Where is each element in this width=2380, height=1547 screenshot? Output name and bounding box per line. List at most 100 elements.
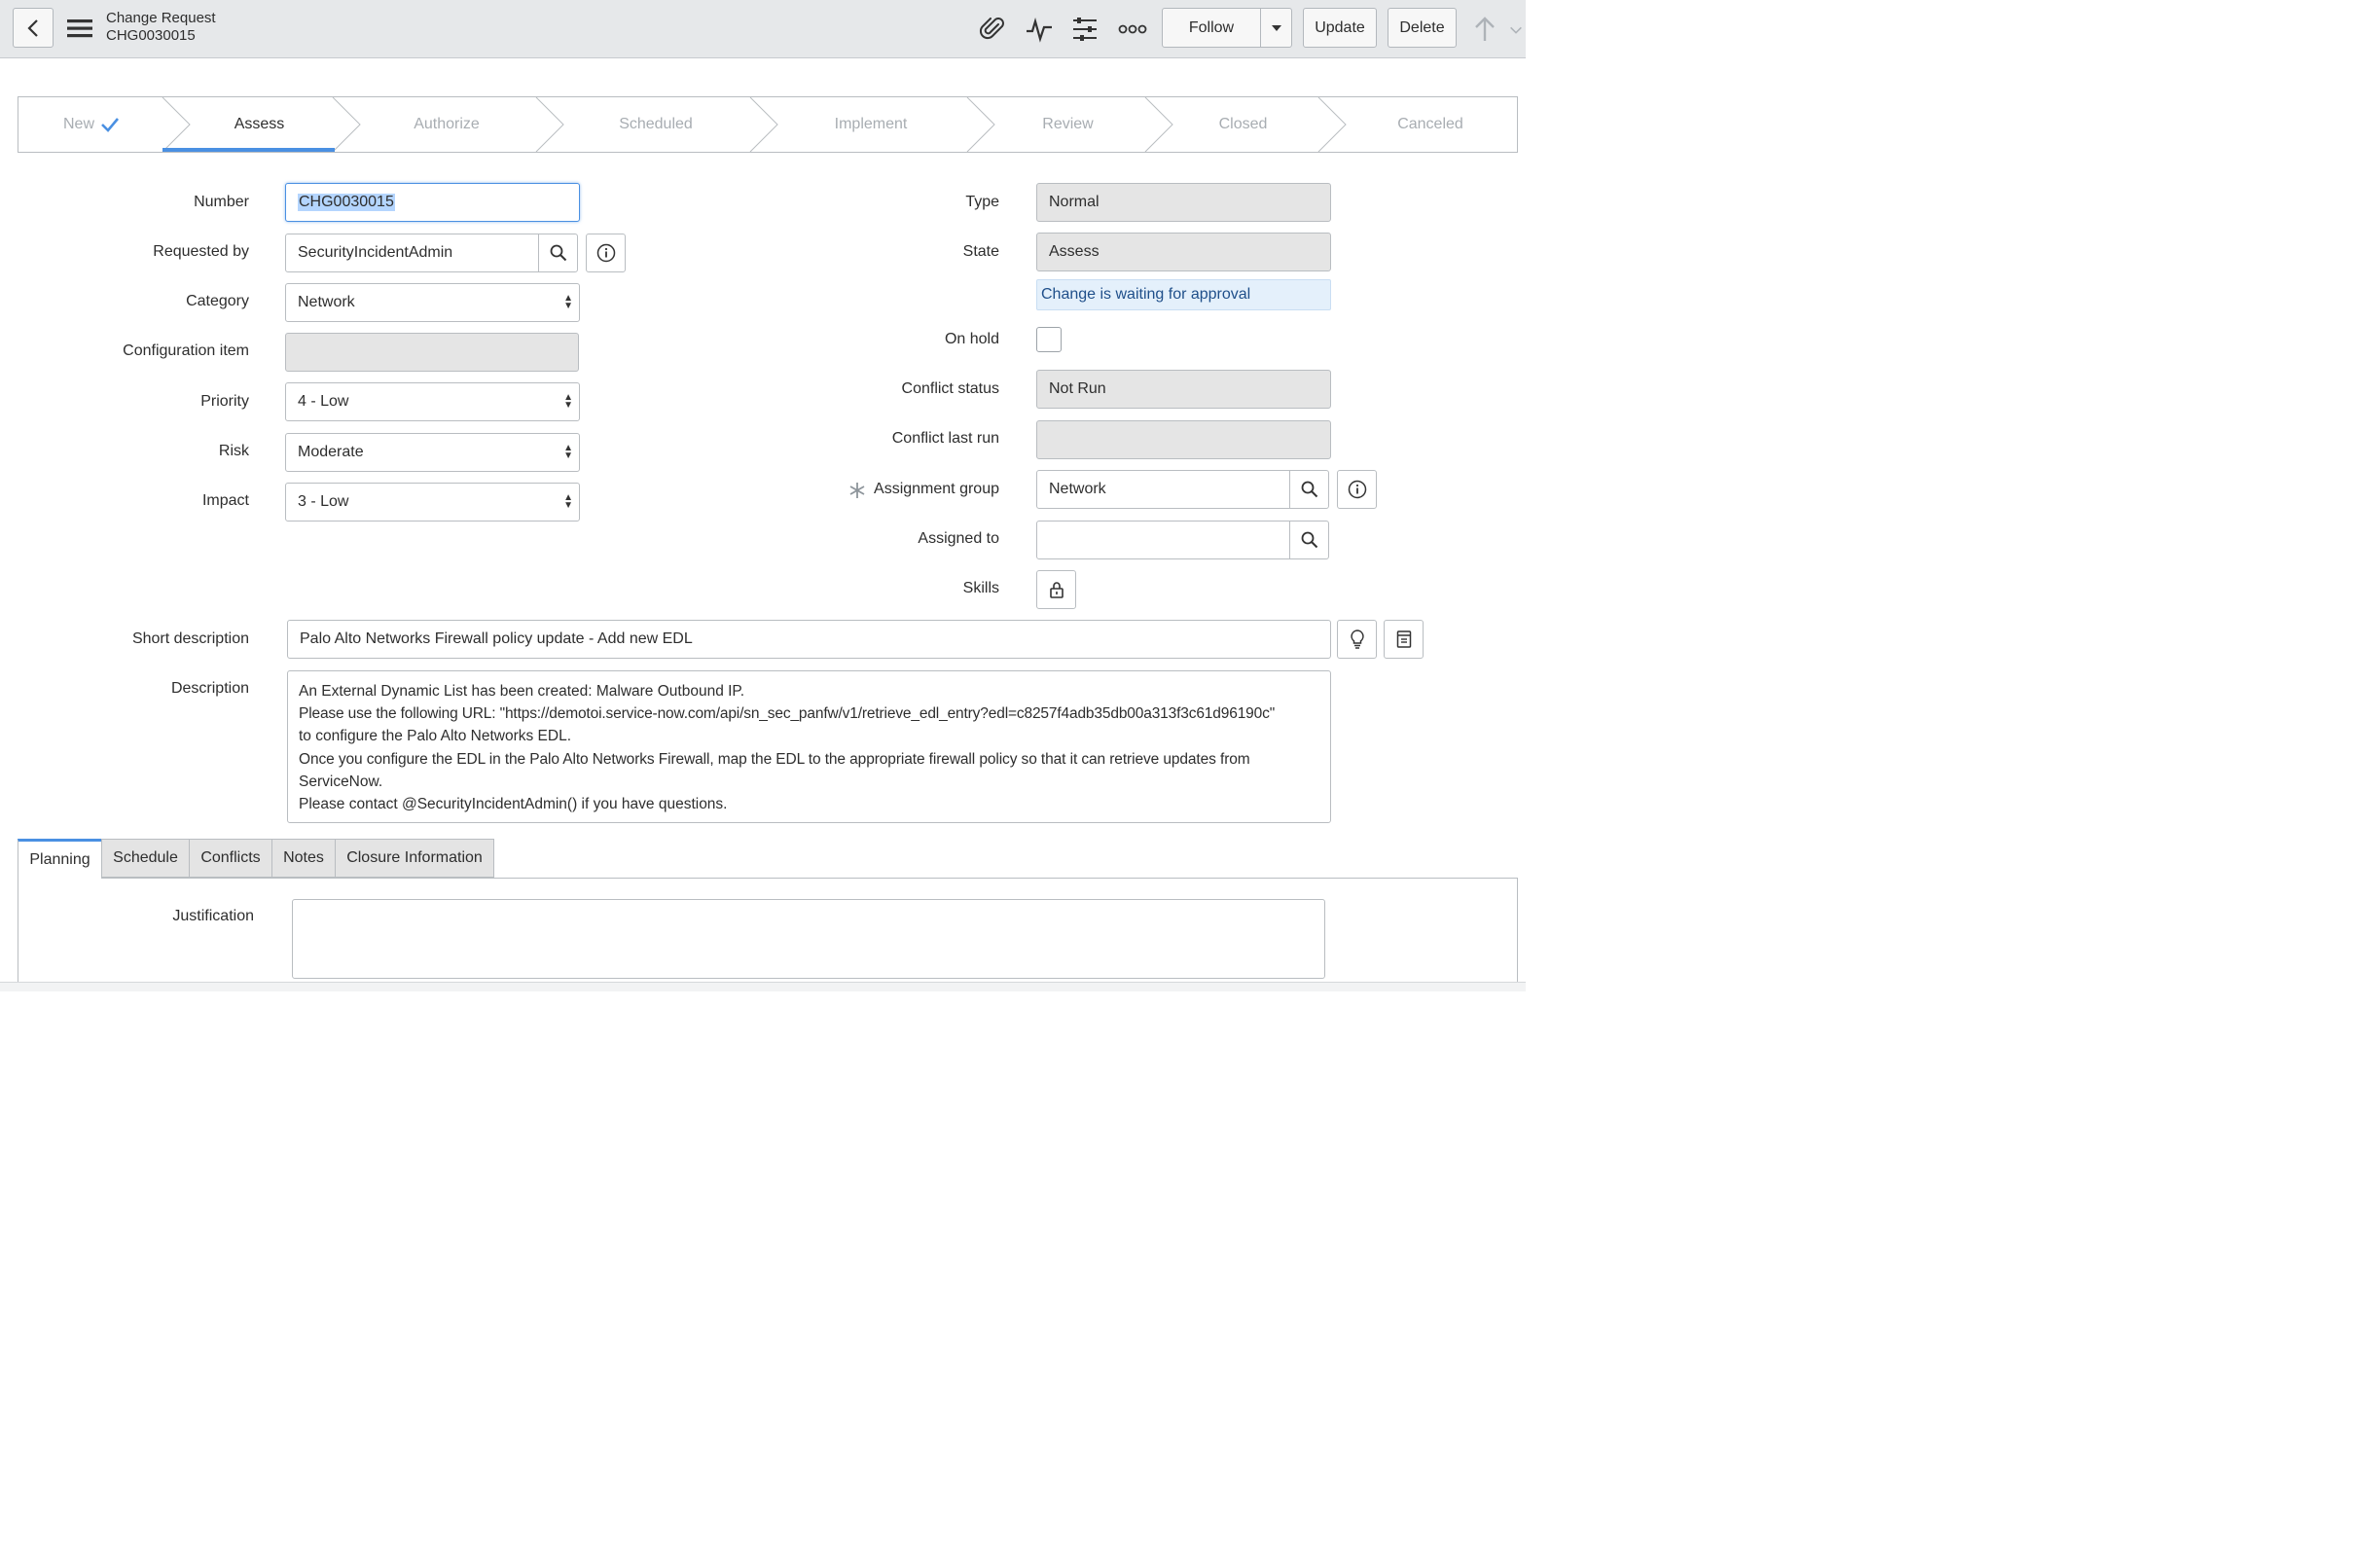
lock-icon <box>1049 582 1064 598</box>
step-scheduled: Scheduled <box>554 97 758 152</box>
select-arrows-icon: ▲ ▼ <box>563 293 573 311</box>
update-label: Update <box>1315 18 1365 36</box>
follow-button[interactable]: Follow <box>1162 8 1261 48</box>
impact-label: Impact <box>201 492 249 509</box>
on-hold-checkbox[interactable] <box>1036 327 1062 352</box>
delete-button[interactable]: Delete <box>1388 8 1457 48</box>
step-review-label: Review <box>1042 116 1094 132</box>
tab-closure-information-label: Closure Information <box>346 849 483 866</box>
justification-label: Justification <box>172 908 254 924</box>
form-title: Change Request <box>106 10 216 26</box>
priority-label: Priority <box>200 393 249 410</box>
assigned-to-label: Assigned to <box>918 530 999 547</box>
step-closed-label: Closed <box>1218 116 1268 132</box>
priority-select[interactable]: 4 - Low ▲ ▼ <box>285 382 580 421</box>
category-value: Network <box>298 294 355 310</box>
select-arrows-icon: ▲ ▼ <box>563 492 573 511</box>
more-icon <box>1118 24 1147 34</box>
caret-down-icon <box>1271 24 1281 31</box>
description-line: Once you configure the EDL in the Palo A… <box>299 750 1250 768</box>
short-description-label: Short description <box>131 630 249 647</box>
next-record-button[interactable] <box>1510 18 1526 43</box>
description-line: An External Dynamic List has been create… <box>299 683 745 700</box>
tab-schedule-label: Schedule <box>113 849 178 866</box>
bottom-edge <box>0 982 1526 991</box>
configuration-item-field[interactable] <box>285 333 579 372</box>
assigned-to-field[interactable] <box>1036 521 1290 559</box>
previous-record-button[interactable] <box>1469 14 1500 45</box>
type-field[interactable]: Normal <box>1036 183 1331 222</box>
requested-by-info-button[interactable] <box>586 234 626 272</box>
conflict-status-label: Conflict status <box>901 380 999 397</box>
up-arrow-icon <box>1475 17 1495 41</box>
update-button[interactable]: Update <box>1303 8 1377 48</box>
short-description-field[interactable]: Palo Alto Networks Firewall policy updat… <box>287 620 1331 659</box>
form-header: Change Request CHG0030015 Follow Update … <box>0 0 1526 58</box>
conflict-last-run-label: Conflict last run <box>891 430 999 447</box>
follow-dropdown-button[interactable] <box>1260 8 1292 48</box>
priority-value: 4 - Low <box>298 393 349 410</box>
impact-select[interactable]: 3 - Low ▲ ▼ <box>285 483 580 522</box>
on-hold-label: On hold <box>944 331 999 347</box>
step-authorize-label: Authorize <box>414 116 480 132</box>
number-field[interactable]: CHG0030015 <box>285 183 580 222</box>
more-options-button[interactable] <box>1116 14 1149 45</box>
info-icon <box>596 243 615 263</box>
description-line: Please contact @SecurityIncidentAdmin() … <box>299 796 728 813</box>
search-icon <box>550 244 566 262</box>
category-select[interactable]: Network ▲ ▼ <box>285 283 580 322</box>
tab-schedule[interactable]: Schedule <box>101 839 190 878</box>
tab-conflicts[interactable]: Conflicts <box>189 839 272 878</box>
description-textarea[interactable]: An External Dynamic List has been create… <box>287 670 1331 823</box>
assignment-group-lookup-button[interactable] <box>1289 470 1329 509</box>
tab-notes[interactable]: Notes <box>271 839 336 878</box>
personalize-button[interactable] <box>1069 14 1100 45</box>
tab-planning[interactable]: Planning <box>18 839 102 879</box>
mandatory-asterisk-icon <box>849 483 865 498</box>
down-arrow-icon <box>1510 26 1522 34</box>
requested-by-lookup-button[interactable] <box>538 234 578 272</box>
description-line: ServiceNow. <box>299 773 383 790</box>
description-line: Please use the following URL: "https://d… <box>299 705 1276 723</box>
impact-value: 3 - Low <box>298 493 349 510</box>
state-value: Assess <box>1049 243 1100 260</box>
sliders-icon <box>1073 18 1097 41</box>
info-icon <box>1348 480 1366 499</box>
assigned-to-lookup-button[interactable] <box>1289 521 1329 559</box>
state-field[interactable]: Assess <box>1036 233 1331 271</box>
tab-planning-label: Planning <box>29 851 90 868</box>
state-info-message-text: Change is waiting for approval <box>1041 286 1251 303</box>
short-description-value: Palo Alto Networks Firewall policy updat… <box>300 630 693 647</box>
back-button[interactable] <box>13 8 54 48</box>
conflict-last-run-field[interactable] <box>1036 420 1331 459</box>
template-button[interactable] <box>1384 620 1424 659</box>
assignment-group-info-button[interactable] <box>1337 470 1377 509</box>
active-step-indicator <box>162 148 335 152</box>
attachment-button[interactable] <box>977 14 1008 45</box>
step-new-label: New <box>62 116 94 132</box>
select-arrows-icon: ▲ ▼ <box>563 443 573 461</box>
menu-button[interactable] <box>65 16 94 41</box>
assignment-group-field[interactable]: Network <box>1036 470 1290 509</box>
assignment-group-value: Network <box>1049 481 1106 497</box>
menu-icon <box>67 19 92 38</box>
skills-unlock-button[interactable] <box>1036 570 1076 609</box>
search-icon <box>1301 531 1317 549</box>
assignment-group-label: Assignment group <box>874 481 999 497</box>
type-label: Type <box>965 194 999 210</box>
suggestion-button[interactable] <box>1337 620 1377 659</box>
justification-textarea[interactable] <box>292 899 1325 979</box>
back-icon <box>27 18 38 37</box>
risk-select[interactable]: Moderate ▲ ▼ <box>285 433 580 472</box>
category-label: Category <box>186 293 249 309</box>
conflict-status-field[interactable]: Not Run <box>1036 370 1331 409</box>
tab-closure-information[interactable]: Closure Information <box>335 839 494 878</box>
description-label: Description <box>170 680 249 697</box>
activity-button[interactable] <box>1024 14 1055 45</box>
description-line: to configure the Palo Alto Networks EDL. <box>299 728 572 745</box>
number-label: Number <box>194 194 249 210</box>
type-value: Normal <box>1049 194 1100 210</box>
book-icon <box>1396 630 1411 648</box>
number-value: CHG0030015 <box>298 194 395 211</box>
requested-by-field[interactable]: SecurityIncidentAdmin <box>285 234 539 272</box>
